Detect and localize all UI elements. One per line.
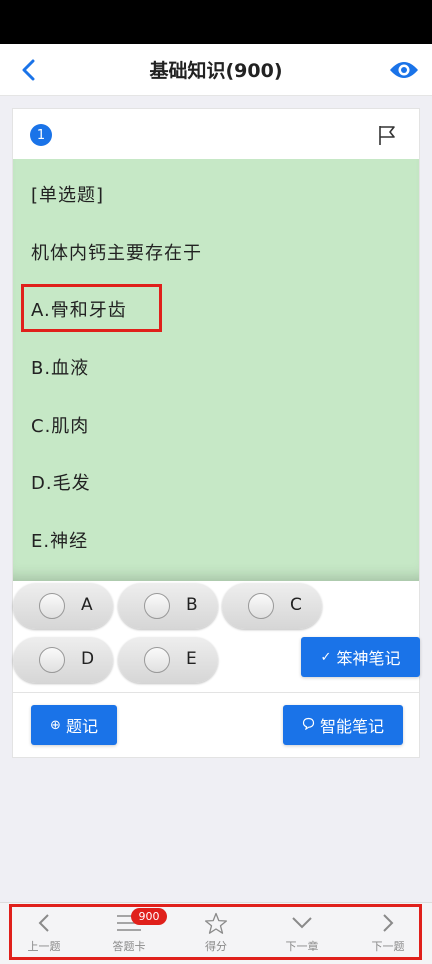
choice-b-label: B — [186, 595, 198, 615]
check-icon: ✓ — [320, 649, 332, 665]
choice-c-button[interactable]: C — [222, 583, 322, 629]
question-number-badge: 1 — [30, 124, 52, 146]
radio-b — [144, 593, 170, 619]
choice-e-label: E — [186, 649, 197, 669]
notes-button[interactable]: ✓ 笨神笔记 — [301, 637, 420, 677]
choice-c-label: C — [290, 595, 302, 615]
ask-button[interactable]: ⊕ 题记 — [31, 705, 117, 745]
chevron-left-icon — [22, 59, 35, 81]
page-title: 基础知识(900) — [149, 60, 283, 82]
radio-e — [144, 647, 170, 673]
question-body: [单选题] 机体内钙主要存在于 A.骨和牙齿 B.血液 C.肌肉 D.毛发 E.… — [13, 159, 419, 581]
bottom-nav-highlight-box — [9, 904, 422, 960]
choice-a-label: A — [81, 595, 93, 615]
question-card: 1 [单选题] 机体内钙主要存在于 A.骨和牙齿 B.血液 C.肌肉 D.毛发 … — [12, 108, 420, 758]
speech-bubble-icon — [302, 717, 315, 734]
top-nav-bar: 基础知识(900) — [0, 44, 432, 96]
choice-d-label: D — [81, 649, 95, 669]
radio-d — [39, 647, 65, 673]
radio-c — [248, 593, 274, 619]
radio-a — [39, 593, 65, 619]
question-type: [单选题] — [31, 185, 105, 206]
ask-button-label: 题记 — [65, 717, 98, 736]
choice-d-button[interactable]: D — [13, 637, 113, 683]
option-e-text: E.神经 — [31, 531, 89, 552]
answer-choices: A B C D E ✓ 笨神笔记 — [13, 581, 420, 695]
choice-b-button[interactable]: B — [118, 583, 218, 629]
choice-e-button[interactable]: E — [118, 637, 218, 683]
flag-button[interactable] — [377, 124, 397, 146]
notes-button-label: 笨神笔记 — [336, 649, 401, 668]
option-c-text: C.肌肉 — [31, 416, 90, 437]
answer-highlight-box — [21, 284, 162, 332]
question-stem: 机体内钙主要存在于 — [31, 243, 202, 264]
option-b-text: B.血液 — [31, 358, 90, 379]
option-d-text: D.毛发 — [31, 473, 91, 494]
choice-a-button[interactable]: A — [13, 583, 113, 629]
back-button[interactable] — [14, 56, 42, 84]
status-bar — [0, 0, 432, 44]
question-card-header: 1 — [13, 109, 419, 159]
smart-notes-button-label: 智能笔记 — [319, 717, 384, 736]
eye-icon — [390, 62, 418, 78]
flag-icon — [379, 126, 395, 145]
plus-circle-icon: ⊕ — [50, 717, 61, 733]
view-toggle-button[interactable] — [388, 56, 420, 84]
divider — [13, 692, 419, 693]
smart-notes-button[interactable]: 智能笔记 — [283, 705, 403, 745]
